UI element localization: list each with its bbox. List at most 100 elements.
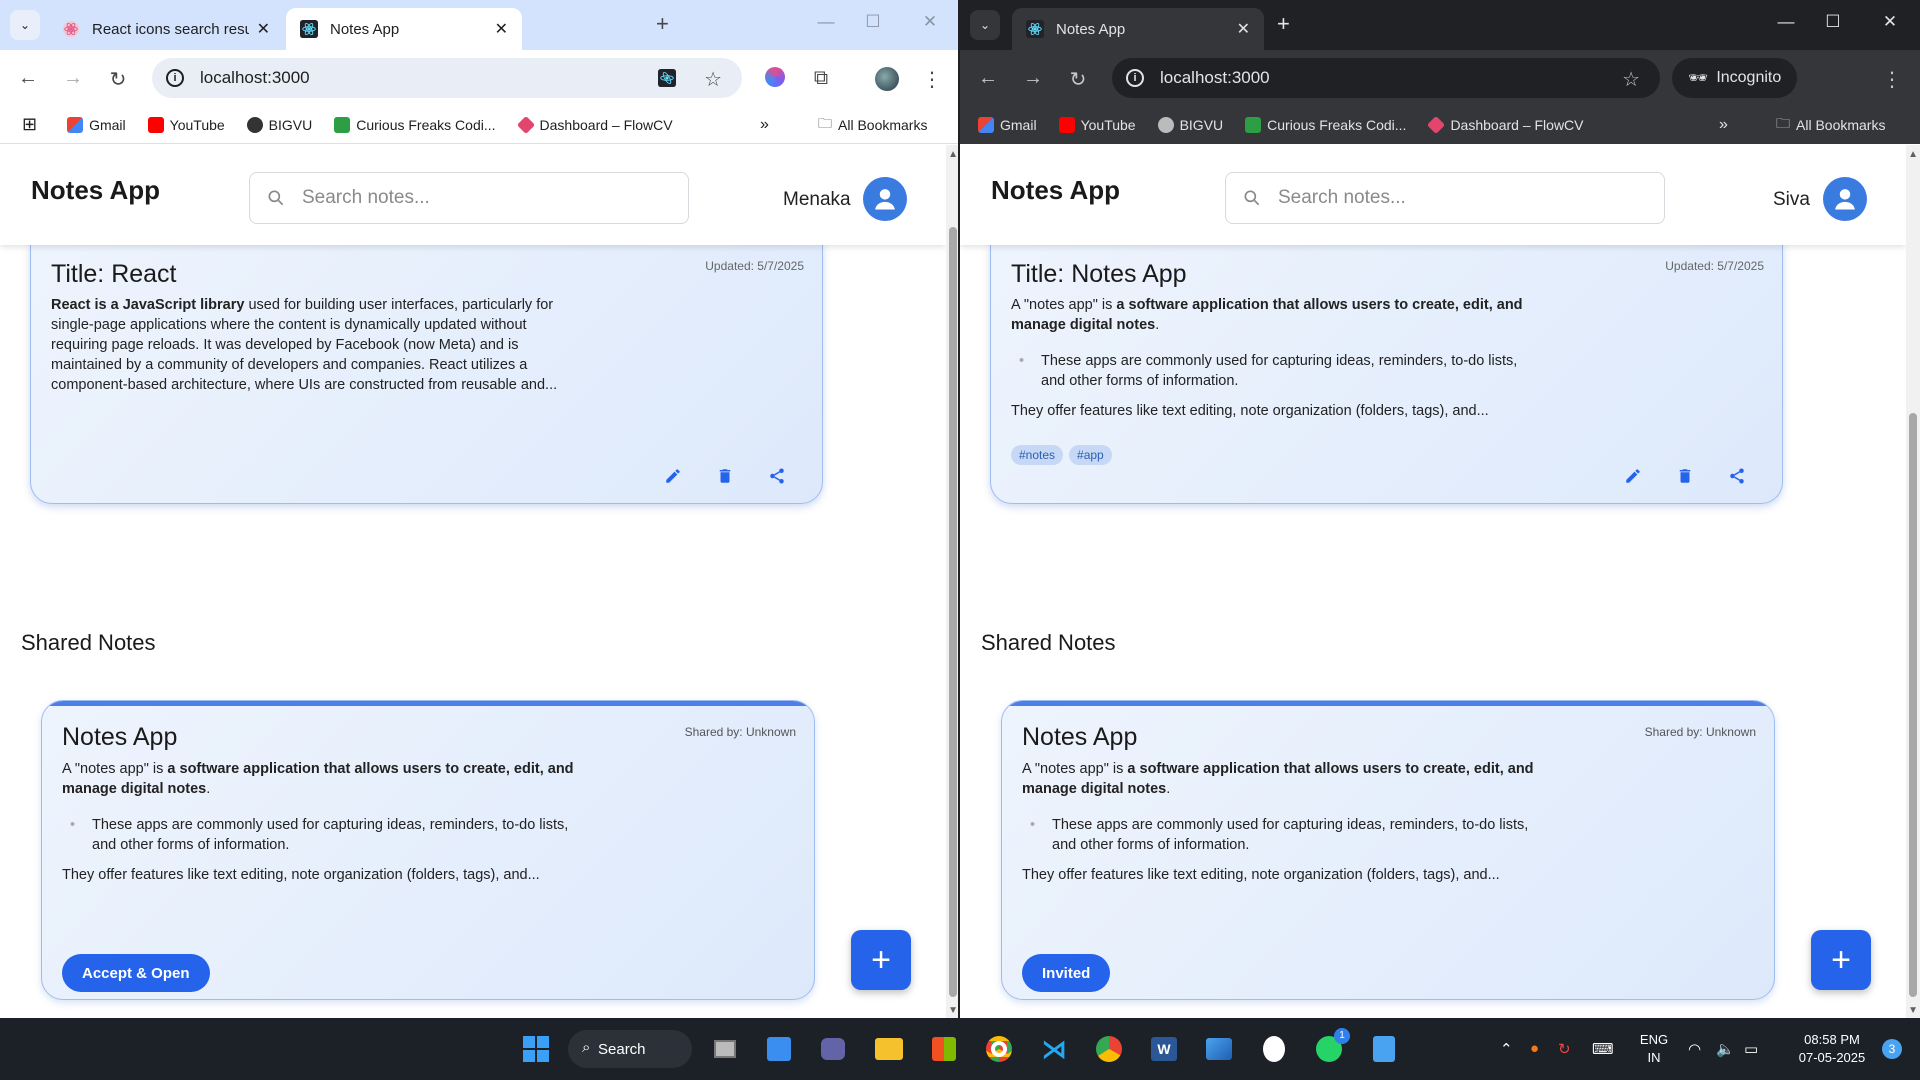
gemini-extension-icon[interactable]	[763, 67, 787, 93]
tray-chevron-up-icon[interactable]: ⌃	[1500, 1040, 1513, 1058]
new-tab-button[interactable]: +	[656, 11, 669, 37]
forward-icon[interactable]: →	[1021, 67, 1045, 90]
keyboard-icon[interactable]: ⌨	[1592, 1040, 1614, 1058]
user-avatar-icon[interactable]	[1823, 177, 1867, 221]
windows-start-icon[interactable]	[519, 1032, 553, 1066]
tag-chip[interactable]: #app	[1069, 445, 1112, 465]
share-icon[interactable]	[766, 465, 788, 487]
word-icon[interactable]: W	[1147, 1032, 1181, 1066]
tab-search-button[interactable]: ⌄	[10, 10, 40, 40]
clock[interactable]: 08:58 PM 07-05-2025	[1790, 1031, 1874, 1067]
site-info-icon[interactable]: i	[166, 69, 184, 87]
maximize-icon[interactable]: ☐	[1821, 12, 1845, 32]
add-note-button[interactable]: +	[851, 930, 911, 990]
task-view-icon[interactable]	[708, 1032, 742, 1066]
search-input[interactable]	[302, 187, 662, 209]
delete-icon[interactable]	[1674, 465, 1696, 487]
more-bookmarks-icon[interactable]: »	[760, 116, 769, 134]
menu-kebab-icon[interactable]: ⋮	[920, 67, 944, 92]
edit-icon[interactable]	[1622, 465, 1644, 487]
notepad-icon[interactable]	[1367, 1032, 1401, 1066]
tray-app-icon[interactable]: ●	[1530, 1040, 1539, 1057]
bookmark-flowcv[interactable]: Dashboard – FlowCV	[516, 115, 673, 134]
tray-sync-icon[interactable]: ↻	[1558, 1040, 1571, 1058]
notification-badge[interactable]: 3	[1882, 1039, 1902, 1059]
more-bookmarks-icon[interactable]: »	[1719, 116, 1728, 134]
accept-open-button[interactable]: Accept & Open	[62, 954, 210, 992]
extensions-icon[interactable]: ⧉	[809, 67, 833, 90]
bookmark-gmail[interactable]: Gmail	[67, 116, 126, 133]
scrollbar-thumb[interactable]	[949, 227, 957, 997]
bookmark-bigvu[interactable]: BIGVU	[246, 116, 312, 133]
bookmark-curious-freaks[interactable]: Curious Freaks Codi...	[1245, 117, 1406, 133]
share-icon[interactable]	[1726, 465, 1748, 487]
close-tab-icon[interactable]: ✕	[495, 19, 508, 39]
bookmark-gmail[interactable]: Gmail	[978, 117, 1037, 133]
bookmark-youtube[interactable]: YouTube	[1058, 117, 1136, 133]
scroll-down-icon[interactable]: ▼	[1908, 1005, 1918, 1016]
bookmark-star-icon[interactable]: ☆	[704, 67, 722, 92]
invited-button[interactable]: Invited	[1022, 954, 1111, 992]
bookmark-curious-freaks[interactable]: Curious Freaks Codi...	[334, 116, 496, 133]
tab-search-button[interactable]: ⌄	[970, 10, 1000, 40]
note-card[interactable]: Title: Notes App Updated: 5/7/2025 A "no…	[990, 242, 1783, 504]
maximize-icon[interactable]: ☐	[861, 12, 885, 32]
teams-chat-icon[interactable]	[816, 1032, 850, 1066]
tab-notes-app[interactable]: Notes App ✕	[1012, 8, 1264, 50]
language-indicator[interactable]: ENG IN	[1636, 1031, 1672, 1067]
mongodb-compass-icon[interactable]	[1257, 1032, 1291, 1066]
menu-kebab-icon[interactable]: ⋮	[1880, 67, 1904, 92]
wifi-icon[interactable]: ◠	[1688, 1040, 1701, 1058]
apps-grid-icon[interactable]: ⊞	[22, 114, 37, 135]
all-bookmarks[interactable]: 🗀 All Bookmarks	[818, 113, 927, 137]
chrome-icon[interactable]	[982, 1032, 1016, 1066]
scrollbar[interactable]: ▲ ▼	[1906, 145, 1920, 1018]
volume-icon[interactable]: 🔈	[1716, 1040, 1735, 1058]
scrollbar-thumb[interactable]	[1909, 413, 1917, 997]
bookmark-star-icon[interactable]: ☆	[1622, 67, 1640, 92]
bookmark-flowcv[interactable]: Dashboard – FlowCV	[1427, 115, 1584, 135]
note-card[interactable]: Title: React Updated: 5/7/2025 React is …	[30, 242, 823, 504]
battery-icon[interactable]: ▭	[1744, 1040, 1758, 1058]
bookmark-bigvu[interactable]: BIGVU	[1157, 117, 1223, 133]
react-extension-icon[interactable]	[658, 69, 676, 87]
bookmark-youtube[interactable]: YouTube	[147, 116, 225, 133]
all-bookmarks[interactable]: 🗀 All Bookmarks	[1776, 113, 1885, 137]
back-icon[interactable]: ←	[976, 67, 1000, 90]
tab-notes-app[interactable]: Notes App ✕	[286, 8, 522, 50]
close-tab-icon[interactable]: ✕	[1237, 19, 1250, 39]
search-input[interactable]	[1278, 187, 1638, 209]
minimize-icon[interactable]: —	[1774, 12, 1798, 32]
back-icon[interactable]: ←	[16, 67, 40, 90]
taskbar-search[interactable]: ⌕ Search	[568, 1030, 692, 1068]
new-tab-button[interactable]: +	[1277, 11, 1290, 37]
scroll-up-icon[interactable]: ▲	[1908, 149, 1918, 160]
minimize-icon[interactable]: —	[814, 12, 838, 32]
microsoft-store-icon[interactable]	[927, 1032, 961, 1066]
user-avatar-icon[interactable]	[863, 177, 907, 221]
add-note-button[interactable]: +	[1811, 930, 1871, 990]
whatsapp-icon[interactable]: 1	[1312, 1028, 1350, 1066]
tag-chip[interactable]: #notes	[1011, 445, 1064, 465]
forward-icon[interactable]: →	[61, 67, 85, 90]
address-bar[interactable]: i localhost:3000 ☆	[152, 58, 742, 98]
photos-icon[interactable]	[1202, 1032, 1236, 1066]
vscode-icon[interactable]: ⋊	[1037, 1032, 1071, 1066]
close-tab-icon[interactable]: ✕	[257, 19, 270, 39]
site-info-icon[interactable]: i	[1126, 69, 1144, 87]
chrome-active-icon[interactable]	[1092, 1032, 1126, 1066]
reload-icon[interactable]: ↻	[106, 67, 130, 92]
edit-icon[interactable]	[662, 465, 684, 487]
profile-avatar-icon[interactable]	[875, 67, 899, 97]
close-window-icon[interactable]: ✕	[918, 12, 942, 32]
shared-note-card[interactable]: Notes App Shared by: Unknown A "notes ap…	[1001, 700, 1775, 1000]
reload-icon[interactable]: ↻	[1066, 67, 1090, 92]
tab-react-icons[interactable]: React icons search results ✕	[48, 8, 284, 50]
address-bar[interactable]: i localhost:3000 ☆	[1112, 58, 1660, 98]
incognito-badge[interactable]: 🕶 Incognito	[1672, 58, 1798, 98]
delete-icon[interactable]	[714, 465, 736, 487]
scroll-down-icon[interactable]: ▼	[948, 1005, 958, 1016]
widgets-icon[interactable]	[762, 1032, 796, 1066]
file-explorer-icon[interactable]	[872, 1032, 906, 1066]
scroll-up-icon[interactable]: ▲	[948, 149, 958, 160]
